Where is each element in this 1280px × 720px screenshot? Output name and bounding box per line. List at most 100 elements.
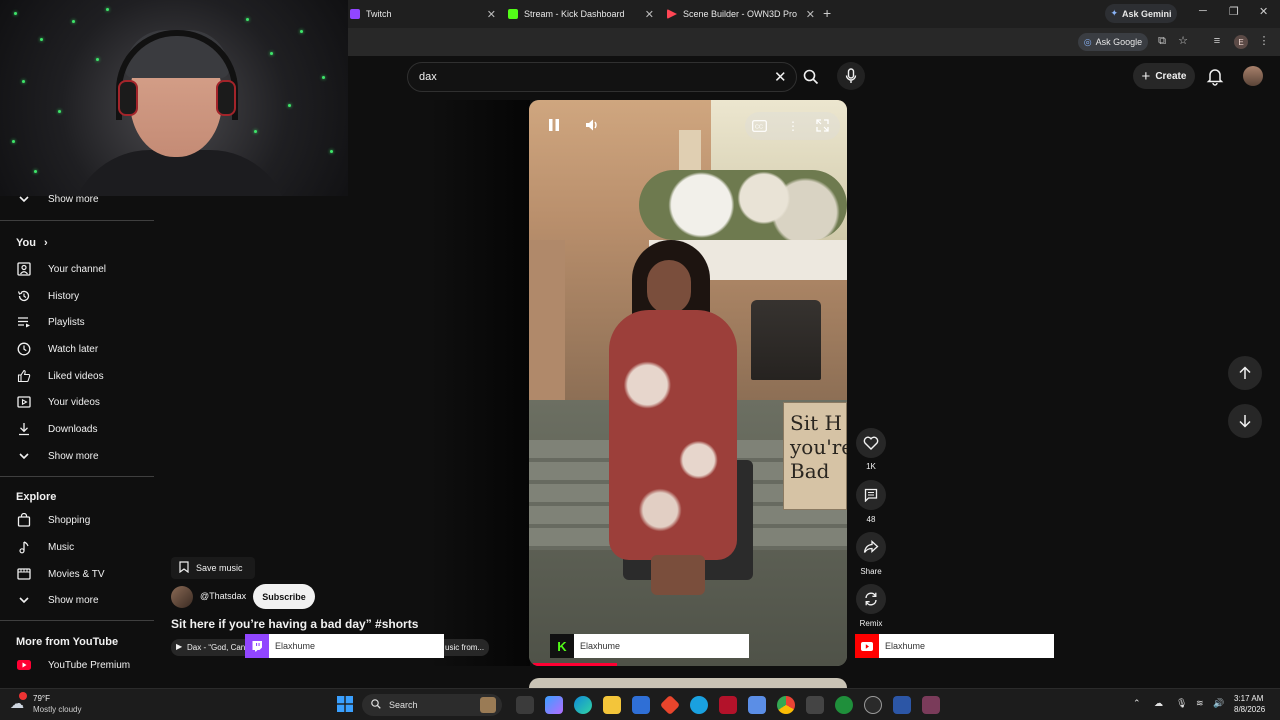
short-title[interactable]: Sit here if you’re having a bad day” #sh… [171, 617, 418, 631]
sidebar-item-movies-tv[interactable]: Movies & TV [0, 561, 154, 587]
clock-date[interactable]: 8/8/2026 [1234, 705, 1265, 714]
volume-button[interactable] [585, 118, 603, 136]
video-progress-bar[interactable] [533, 663, 617, 666]
clear-search-icon[interactable]: ✕ [774, 68, 787, 86]
vpn-shield-icon[interactable] [893, 696, 911, 714]
pause-button[interactable] [547, 118, 565, 136]
share-button[interactable] [856, 532, 886, 562]
more-options-button[interactable]: ⋮ [787, 118, 799, 134]
lens-icon: ◎ [1083, 36, 1092, 47]
search-box[interactable]: dax ✕ [407, 62, 797, 92]
music-track-label: Dax - “God, Can [187, 643, 246, 652]
clock-time[interactable]: 3:17 AM [1234, 694, 1263, 703]
shorts-video-player[interactable]: Sit H you're Bad CC ⋮ [529, 100, 847, 666]
ask-gemini-button[interactable]: ✦ Ask Gemini [1105, 4, 1177, 23]
wifi-icon[interactable]: ≋ [1196, 698, 1204, 709]
close-icon[interactable]: ✕ [645, 8, 654, 21]
like-button[interactable] [856, 428, 886, 458]
twitch-icon [245, 634, 269, 658]
microsoft-store-icon[interactable] [632, 696, 650, 714]
screen: { "browser": { "tabs": [ {"label": "Twit… [0, 0, 1280, 720]
chevron-down-icon [16, 191, 32, 207]
fullscreen-button[interactable] [816, 119, 830, 133]
ask-google-button[interactable]: ◎ Ask Google [1078, 33, 1148, 51]
create-button[interactable]: + Create [1133, 63, 1195, 89]
browser-menu-icon[interactable]: ⋮ [1258, 35, 1270, 47]
share-label: Share [860, 567, 882, 576]
xbox-icon[interactable] [835, 696, 853, 714]
close-icon[interactable]: ✕ [487, 8, 496, 21]
chrome-icon[interactable] [777, 696, 795, 714]
sidebar-item-your-videos[interactable]: Your videos [0, 389, 154, 415]
window-close-icon[interactable]: ✕ [1259, 5, 1268, 18]
shield-app-icon[interactable] [719, 696, 737, 714]
captions-button[interactable]: CC [752, 119, 768, 133]
sidebar-show-more-you[interactable]: Show more [0, 443, 154, 469]
media-controls-icon[interactable]: ≡ [1211, 35, 1223, 47]
account-avatar[interactable] [1243, 66, 1263, 86]
file-explorer-icon[interactable] [603, 696, 621, 714]
browser-profile-avatar[interactable]: E [1234, 35, 1248, 49]
mic-tray-icon[interactable]: 🎙 [1176, 698, 1187, 709]
app-red-diamond-icon[interactable] [659, 694, 681, 716]
call-of-duty-icon[interactable] [806, 696, 824, 714]
subscribe-button[interactable]: Subscribe [253, 584, 315, 609]
copilot-icon[interactable] [545, 696, 563, 714]
remix-button[interactable] [856, 584, 886, 614]
search-button[interactable] [797, 62, 825, 92]
twitch-icon [350, 9, 360, 19]
edge-icon[interactable] [574, 696, 592, 714]
bookmark-star-icon[interactable]: ☆ [1177, 35, 1189, 47]
search-input[interactable]: dax [419, 71, 437, 83]
sidebar-show-more-explore[interactable]: Show more [0, 587, 154, 613]
sidebar-item-history[interactable]: History [0, 283, 154, 309]
comments-button[interactable] [856, 480, 886, 510]
sidebar-item-liked-videos[interactable]: Liked videos [0, 363, 154, 389]
sidebar-you-heading[interactable]: You › [16, 237, 48, 249]
tray-chevron-icon[interactable]: ⌃ [1133, 698, 1141, 709]
sidebar-show-more-top[interactable]: Show more [0, 186, 154, 212]
voice-search-button[interactable] [837, 62, 865, 90]
speaker-icon[interactable]: 🔊 [1213, 698, 1224, 709]
sidebar-more-heading: More from YouTube [16, 636, 119, 648]
restore-icon[interactable]: ❐ [1229, 5, 1239, 18]
onedrive-icon[interactable]: ☁ [1154, 698, 1163, 709]
weather-widget[interactable]: ☁ 79°F Mostly cloudy [0, 689, 100, 720]
notifications-button[interactable] [1205, 66, 1225, 86]
sidebar-item-playlists[interactable]: Playlists [0, 309, 154, 335]
channel-avatar[interactable] [171, 586, 193, 608]
remix-label: Remix [859, 619, 883, 628]
tab-twitch[interactable]: Twitch ✕ [350, 3, 496, 25]
tab-scene-builder[interactable]: Scene Builder - OWN3D Pro ✕ [667, 3, 815, 25]
streaming-app-icon[interactable] [922, 696, 940, 714]
windows-logo-icon [337, 696, 353, 712]
sidebar-item-your-channel[interactable]: Your channel [0, 256, 154, 282]
mail-icon[interactable] [748, 696, 766, 714]
sidebar-item-shopping[interactable]: Shopping [0, 507, 154, 533]
install-app-icon[interactable]: ⧉ [1156, 35, 1168, 47]
start-button[interactable] [337, 696, 355, 714]
next-short-button[interactable] [1228, 404, 1262, 438]
close-icon[interactable]: ✕ [806, 8, 815, 21]
windows-taskbar: ☁ 79°F Mostly cloudy Search ⌃ ☁ 🎙 ≋ 🔊 3:… [0, 688, 1280, 720]
new-tab-icon[interactable]: + [823, 5, 831, 21]
save-music-button[interactable]: Save music [171, 557, 255, 579]
tab-kick-dashboard[interactable]: Stream - Kick Dashboard ✕ [508, 3, 654, 25]
task-view-icon[interactable] [516, 696, 534, 714]
download-icon [16, 421, 32, 437]
minimize-icon[interactable]: ─ [1199, 5, 1207, 17]
sidebar-item-youtube-premium[interactable]: YouTube Premium [0, 652, 154, 678]
sidebar-item-downloads[interactable]: Downloads [0, 416, 154, 442]
obs-icon[interactable] [864, 696, 882, 714]
captions-icon: CC [752, 120, 767, 132]
sidebar-item-music[interactable]: Music [0, 534, 154, 560]
taskbar-search[interactable]: Search [362, 694, 502, 716]
search-icon [803, 69, 819, 85]
help-icon[interactable] [690, 696, 708, 714]
weather-temperature: 79°F [33, 694, 50, 703]
previous-short-button[interactable] [1228, 356, 1262, 390]
player-controls: CC ⋮ [529, 100, 847, 150]
twitch-chat-overlay: Elaxhume [245, 634, 444, 658]
sidebar-item-watch-later[interactable]: Watch later [0, 336, 154, 362]
channel-name[interactable]: @Thatsdax [200, 591, 246, 601]
